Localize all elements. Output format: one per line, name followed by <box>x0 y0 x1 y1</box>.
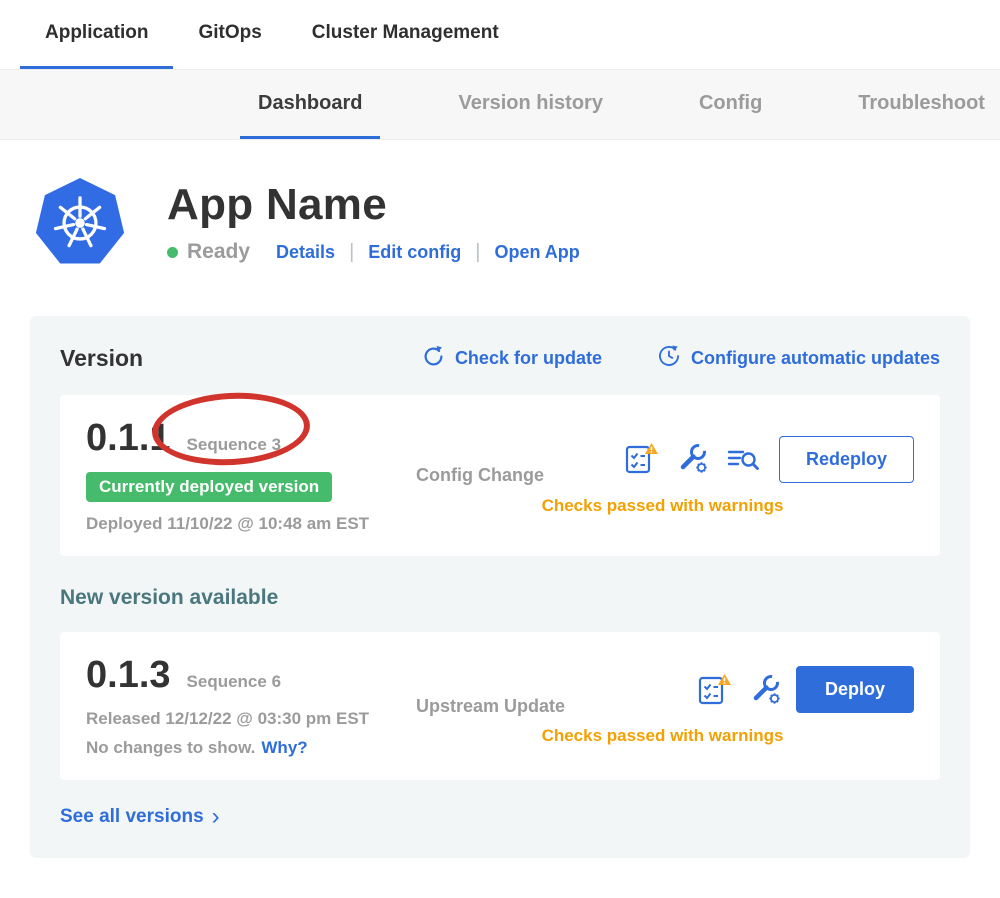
no-changes-text: No changes to show. <box>86 738 255 757</box>
page-title: App Name <box>167 180 580 230</box>
tab-config[interactable]: Config <box>681 70 780 139</box>
see-all-versions-label: See all versions <box>60 806 204 828</box>
available-version-card: 0.1.3 Sequence 6 Released 12/12/22 @ 03:… <box>60 632 940 780</box>
current-sequence-label: Sequence 3 <box>187 435 282 455</box>
released-timestamp: Released 12/12/22 @ 03:30 pm EST <box>86 709 416 729</box>
status-badge: Ready <box>187 240 250 264</box>
current-version-card: 0.1.1 Sequence 3 Currently deployed vers… <box>60 395 940 556</box>
top-nav: Application GitOps Cluster Management <box>0 0 1000 70</box>
version-panel: Version Check for update <box>30 316 970 858</box>
link-separator: | <box>475 241 480 264</box>
status-dot-icon <box>167 247 178 258</box>
edit-config-link[interactable]: Edit config <box>368 242 461 263</box>
top-tab-cluster-management-label: Cluster Management <box>312 22 499 44</box>
preflight-checks-icon[interactable] <box>696 673 732 707</box>
top-tab-cluster-management[interactable]: Cluster Management <box>287 0 524 69</box>
top-tab-application-label: Application <box>45 22 148 44</box>
available-version-source: Upstream Update <box>416 696 601 717</box>
current-version-number: 0.1.1 <box>86 417 171 460</box>
tab-dashboard[interactable]: Dashboard <box>240 70 380 139</box>
checks-status-text: Checks passed with warnings <box>411 496 914 516</box>
version-heading: Version <box>60 345 143 372</box>
config-icon[interactable] <box>750 674 782 706</box>
tab-troubleshoot-label: Troubleshoot <box>858 92 985 115</box>
current-version-source: Config Change <box>416 465 601 486</box>
check-for-update-label: Check for update <box>455 348 602 369</box>
link-separator: | <box>349 241 354 264</box>
app-sub-nav: Dashboard Version history Config Trouble… <box>0 70 1000 140</box>
see-all-versions-link[interactable]: See all versions › <box>60 806 940 828</box>
tab-version-history[interactable]: Version history <box>440 70 621 139</box>
check-update-icon <box>422 345 445 373</box>
auto-update-icon <box>657 344 681 373</box>
tab-dashboard-label: Dashboard <box>258 92 362 115</box>
available-version-number: 0.1.3 <box>86 654 171 697</box>
check-for-update-button[interactable]: Check for update <box>422 344 602 373</box>
tab-version-history-label: Version history <box>458 92 603 115</box>
top-tab-gitops[interactable]: GitOps <box>173 0 286 69</box>
preflight-checks-icon[interactable] <box>623 442 659 476</box>
redeploy-button[interactable]: Redeploy <box>779 436 914 483</box>
deployed-timestamp: Deployed 11/10/22 @ 10:48 am EST <box>86 514 416 534</box>
app-header: App Name Ready Details | Edit config | O… <box>35 178 1000 268</box>
details-link[interactable]: Details <box>276 242 335 263</box>
configure-automatic-updates-label: Configure automatic updates <box>691 348 940 369</box>
config-icon[interactable] <box>677 443 709 475</box>
view-files-icon[interactable] <box>727 445 759 473</box>
why-link[interactable]: Why? <box>261 738 307 757</box>
new-version-heading: New version available <box>60 586 940 610</box>
checks-status-text: Checks passed with warnings <box>411 726 914 746</box>
tab-troubleshoot[interactable]: Troubleshoot <box>840 70 1000 139</box>
kubernetes-logo-icon <box>35 178 125 268</box>
chevron-right-icon: › <box>212 808 220 826</box>
top-tab-gitops-label: GitOps <box>198 22 261 44</box>
currently-deployed-badge: Currently deployed version <box>86 472 332 502</box>
open-app-link[interactable]: Open App <box>494 242 579 263</box>
configure-automatic-updates-button[interactable]: Configure automatic updates <box>657 344 940 373</box>
tab-config-label: Config <box>699 92 762 115</box>
available-sequence-label: Sequence 6 <box>187 672 282 692</box>
top-tab-application[interactable]: Application <box>20 0 173 69</box>
deploy-button[interactable]: Deploy <box>796 666 914 713</box>
